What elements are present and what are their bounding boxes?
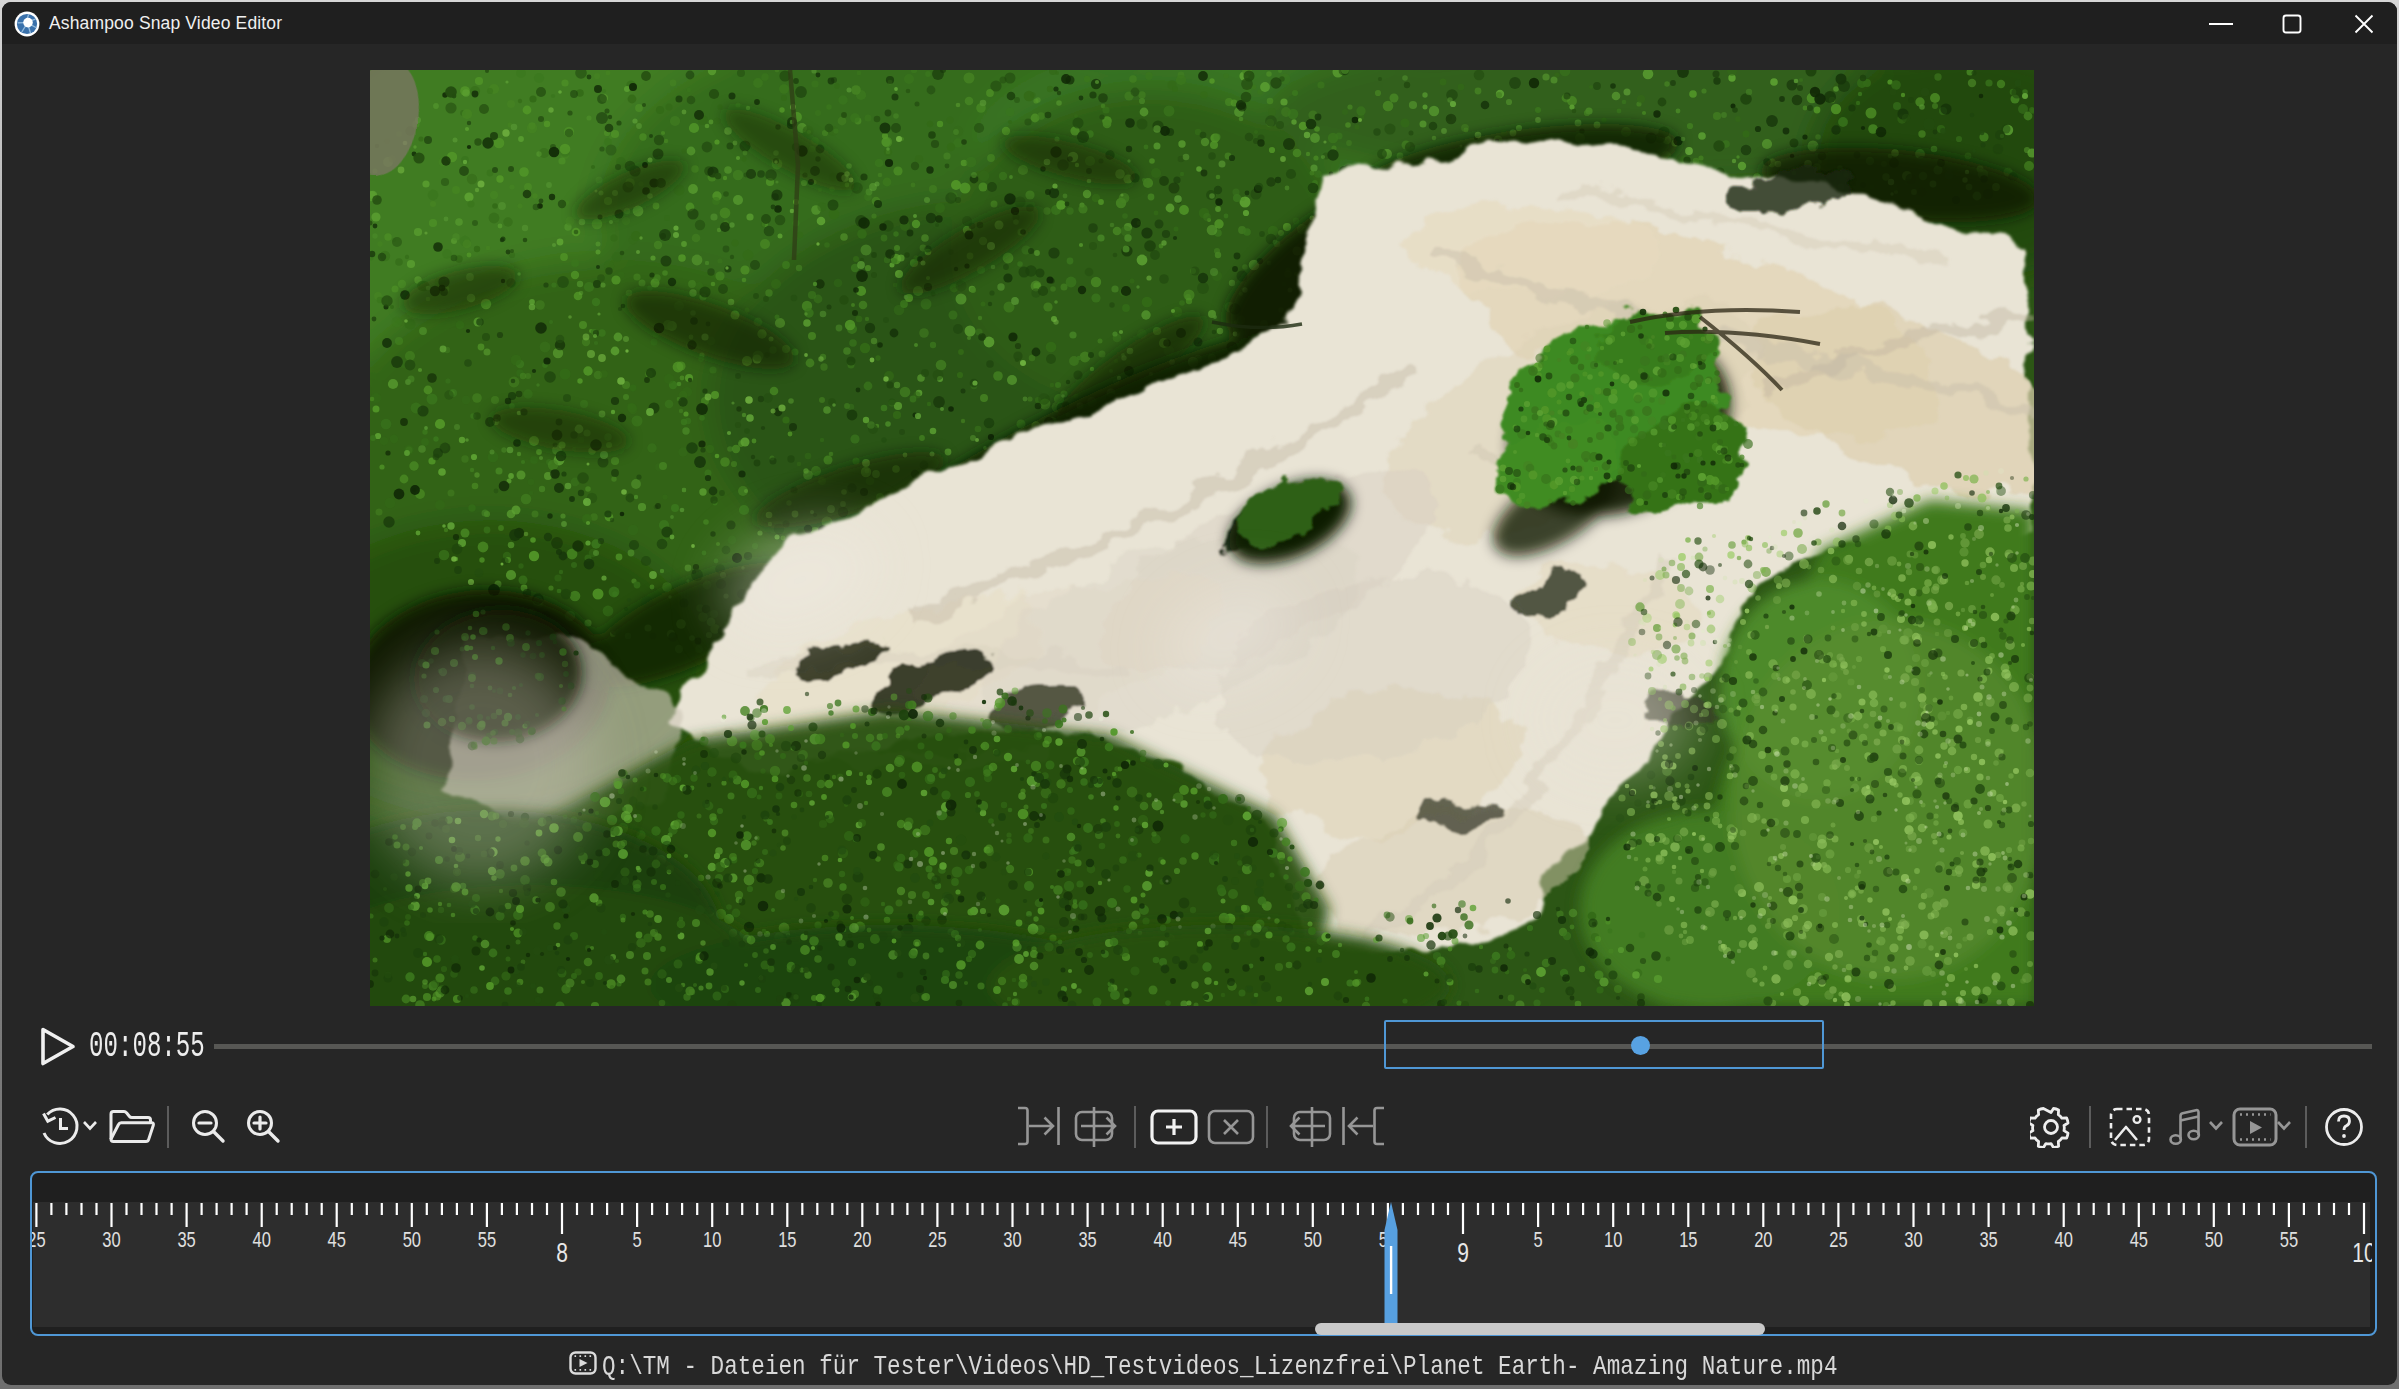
svg-text:10: 10 [2352,1237,2372,1268]
svg-text:25: 25 [1829,1227,1847,1252]
svg-text:45: 45 [328,1227,346,1252]
svg-text:10: 10 [703,1227,722,1252]
svg-text:40: 40 [1154,1227,1173,1252]
svg-text:35: 35 [177,1227,195,1252]
svg-text:25: 25 [32,1227,46,1252]
svg-text:35: 35 [1979,1227,1997,1252]
svg-text:10: 10 [1604,1227,1623,1252]
svg-text:20: 20 [1754,1227,1773,1252]
svg-text:25: 25 [928,1227,946,1252]
svg-text:55: 55 [2280,1227,2298,1252]
svg-text:5: 5 [1534,1227,1543,1252]
svg-text:20: 20 [853,1227,872,1252]
svg-text:30: 30 [1904,1227,1923,1252]
svg-text:5: 5 [633,1227,642,1252]
svg-text:55: 55 [478,1227,496,1252]
svg-text:30: 30 [102,1227,121,1252]
svg-text:50: 50 [403,1227,422,1252]
svg-text:45: 45 [2130,1227,2148,1252]
svg-text:8: 8 [556,1237,568,1268]
svg-text:30: 30 [1003,1227,1022,1252]
svg-text:40: 40 [2055,1227,2074,1252]
svg-text:35: 35 [1078,1227,1096,1252]
svg-text:15: 15 [1679,1227,1697,1252]
svg-text:40: 40 [253,1227,272,1252]
svg-text:50: 50 [2205,1227,2224,1252]
svg-text:50: 50 [1304,1227,1323,1252]
svg-text:9: 9 [1457,1237,1469,1268]
svg-text:15: 15 [778,1227,796,1252]
svg-text:45: 45 [1229,1227,1247,1252]
